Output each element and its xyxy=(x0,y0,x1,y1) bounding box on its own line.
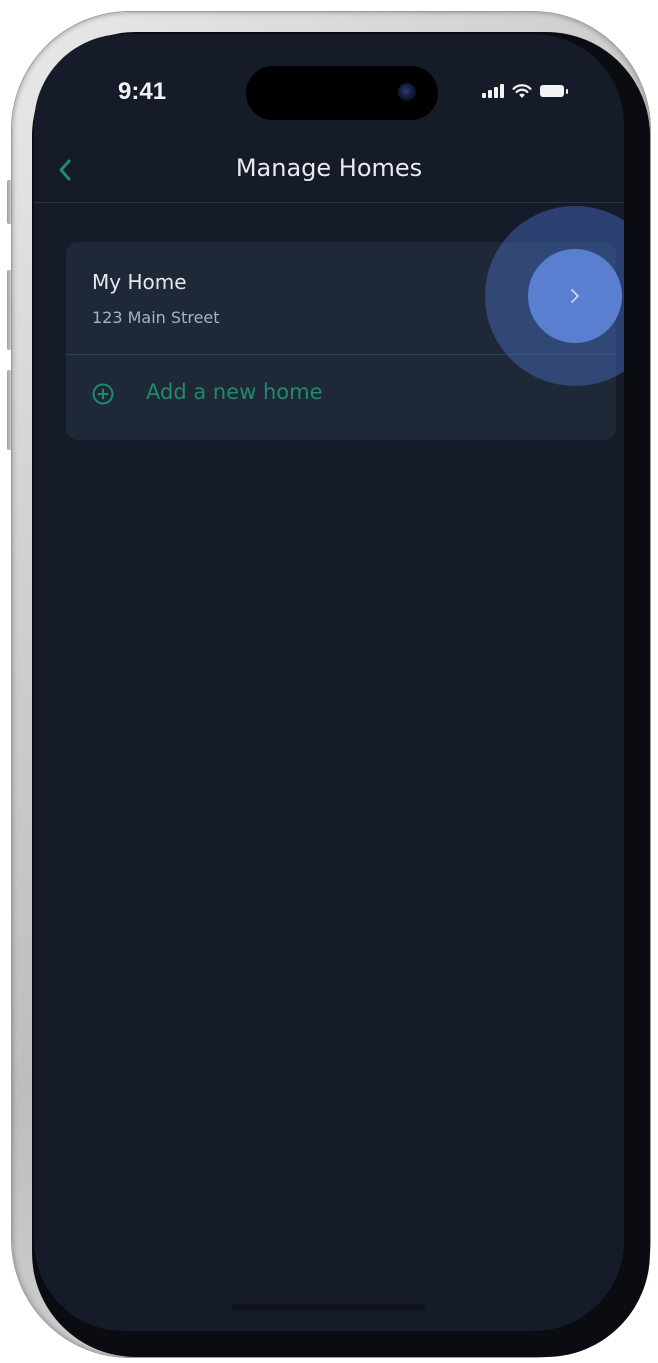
status-time: 9:41 xyxy=(118,78,167,105)
page-title: Manage Homes xyxy=(235,154,423,182)
home-name: My Home xyxy=(92,270,187,294)
dynamic-island xyxy=(246,66,438,120)
home-detail-button[interactable] xyxy=(528,249,622,343)
nav-bar: Manage Homes xyxy=(34,140,624,203)
wifi-icon xyxy=(512,84,532,98)
home-indicator xyxy=(232,1304,426,1310)
home-address: 123 Main Street xyxy=(92,308,220,327)
plus-circle-icon xyxy=(92,383,114,405)
status-icons xyxy=(482,80,568,102)
cellular-signal-icon xyxy=(482,84,504,98)
battery-icon xyxy=(540,85,568,97)
stage: 9:41 Manage Homes My Home 123 Main Stree… xyxy=(0,0,658,1363)
chevron-right-icon xyxy=(571,289,579,303)
add-home-label: Add a new home xyxy=(146,380,323,404)
front-camera xyxy=(398,83,416,101)
phone-screen: 9:41 Manage Homes My Home 123 Main Stree… xyxy=(34,34,624,1331)
